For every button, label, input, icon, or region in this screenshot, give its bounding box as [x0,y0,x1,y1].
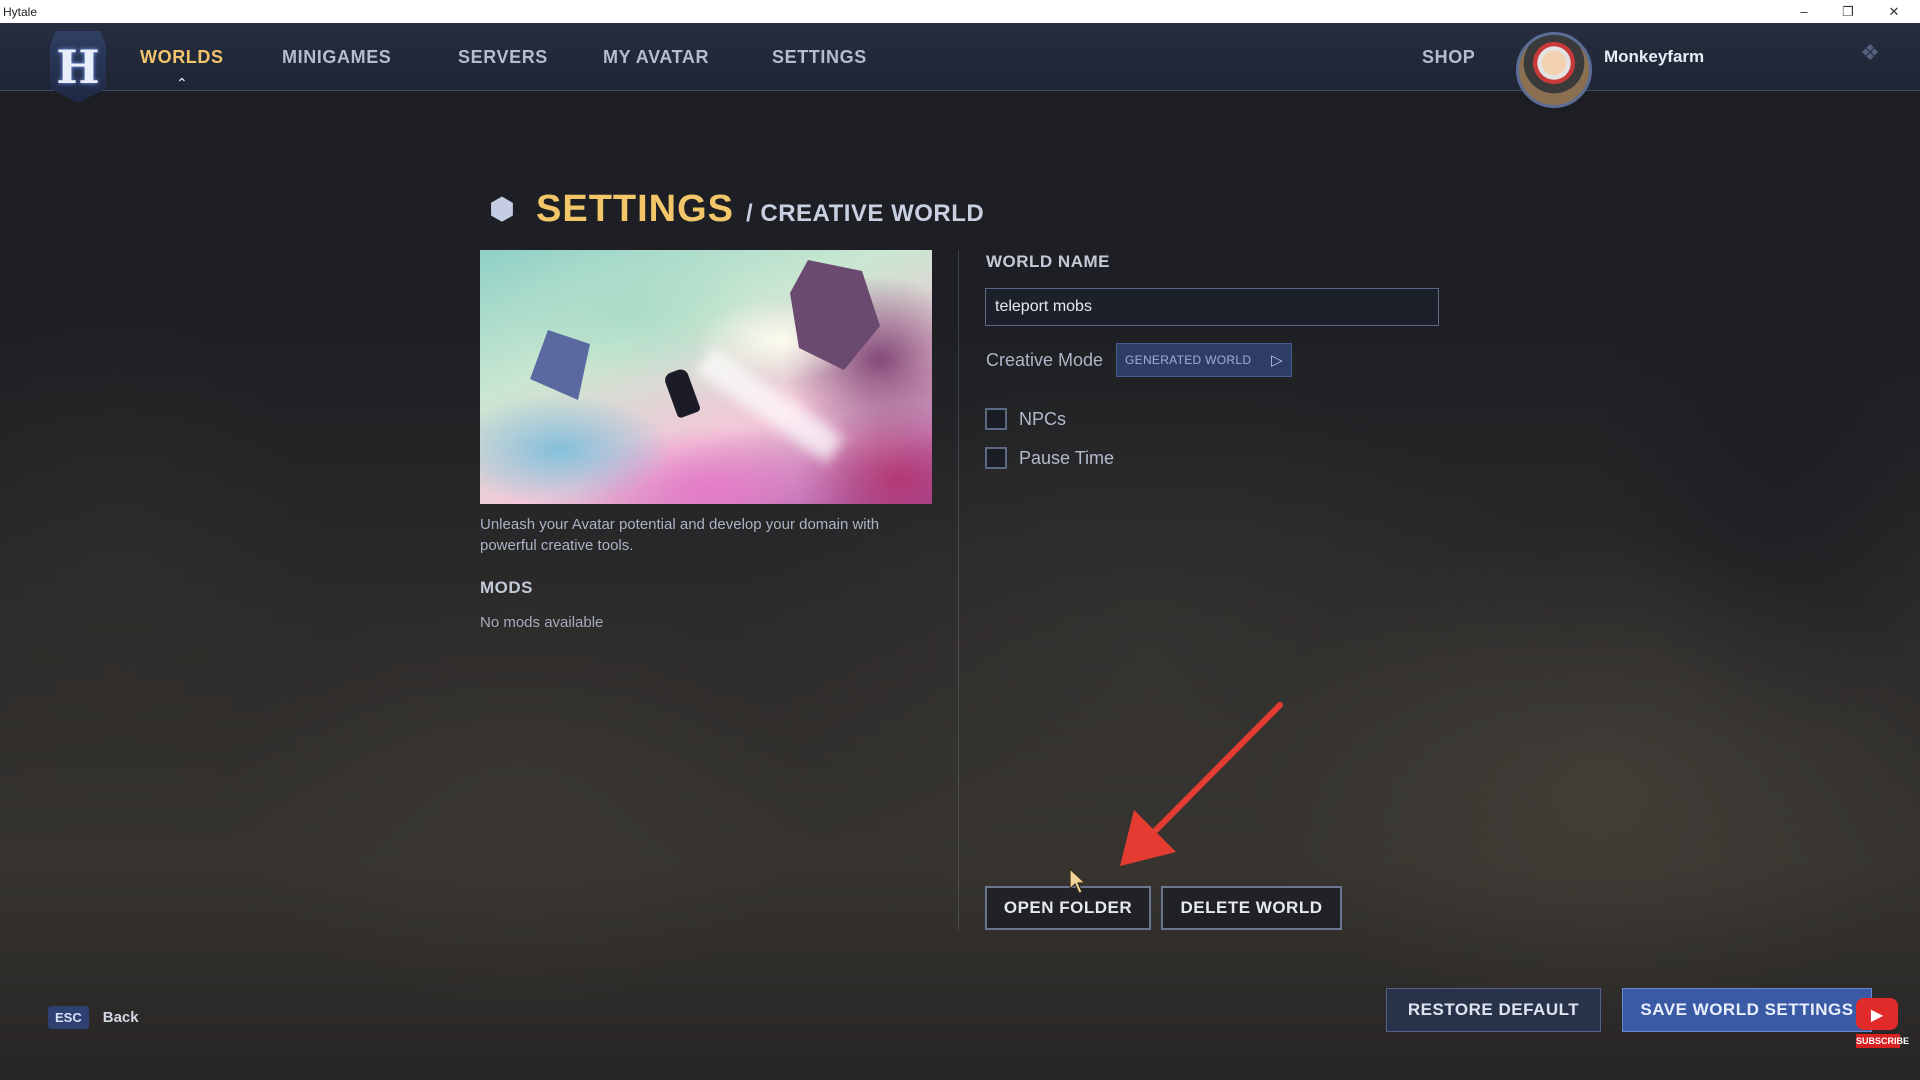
delete-world-button[interactable]: DELETE WORLD [1161,886,1342,930]
youtube-play-icon: ▶ [1856,998,1898,1030]
mods-heading: MODS [480,578,533,597]
creative-mode-label: Creative Mode [986,350,1104,370]
pause-time-option[interactable]: Pause Time [985,447,1114,469]
username[interactable]: Monkeyfarm [1604,23,1704,91]
hytale-logo[interactable]: H [50,31,106,103]
world-name-label: WORLD NAME [986,252,1110,271]
light-beam [695,346,845,464]
back-label: Back [102,1009,139,1026]
minimize-icon[interactable]: – [1782,0,1826,23]
mods-empty-text: No mods available [480,614,604,631]
page-title-sub: / CREATIVE WORLD [746,199,985,227]
nav-decoration-icon: ❖ [1860,41,1880,66]
avatar[interactable] [1516,32,1592,108]
nav-minigames[interactable]: MINIGAMES [282,23,391,91]
floating-rock [530,330,590,400]
page-title: ⬢ SETTINGS / CREATIVE WORLD [482,188,984,231]
back-hint[interactable]: ESC Back [48,1006,139,1029]
active-tab-caret-icon: ⌃ [176,76,188,92]
nav-settings[interactable]: SETTINGS [772,23,867,91]
subscribe-label: SUBSCRIBE [1856,1034,1910,1048]
npcs-label: NPCs [1019,408,1067,429]
nav-servers[interactable]: SERVERS [458,23,548,91]
window-title: Hytale [3,4,38,19]
window-titlebar: Hytale – ❐ ✕ [0,0,1920,23]
world-name-input[interactable] [985,288,1439,326]
nav-shop[interactable]: SHOP [1422,23,1475,91]
esc-key-badge: ESC [48,1006,89,1029]
restore-icon[interactable]: ❐ [1826,0,1870,23]
top-navigation: H WORLDS ⌃ MINIGAMES SERVERS MY AVATAR S… [0,23,1920,108]
page-title-main: SETTINGS [536,188,735,230]
cube-icon: ⬢ [488,192,516,227]
world-description: Unleash your Avatar potential and develo… [480,516,880,554]
pause-time-checkbox[interactable] [985,447,1007,469]
avatar-figure [662,367,702,419]
column-divider [958,250,959,930]
youtube-subscribe-badge[interactable]: ▶ SUBSCRIBE [1856,998,1910,1052]
nav-my-avatar[interactable]: MY AVATAR [603,23,709,91]
pause-time-label: Pause Time [1019,447,1115,468]
background-dim-overlay [0,0,1920,1080]
mouse-cursor-icon [1069,867,1087,894]
npcs-option[interactable]: NPCs [985,408,1066,430]
restore-default-button[interactable]: RESTORE DEFAULT [1386,988,1601,1032]
save-world-settings-button[interactable]: SAVE WORLD SETTINGS [1622,988,1872,1032]
play-arrow-icon: ▷ [1271,352,1283,369]
npcs-checkbox[interactable] [985,408,1007,430]
world-type-select[interactable]: GENERATED WORLD ▷ [1116,343,1292,377]
close-icon[interactable]: ✕ [1872,0,1916,23]
floating-rock [790,260,880,370]
world-type-value: GENERATED WORLD [1125,353,1252,367]
world-preview-image [480,250,932,504]
